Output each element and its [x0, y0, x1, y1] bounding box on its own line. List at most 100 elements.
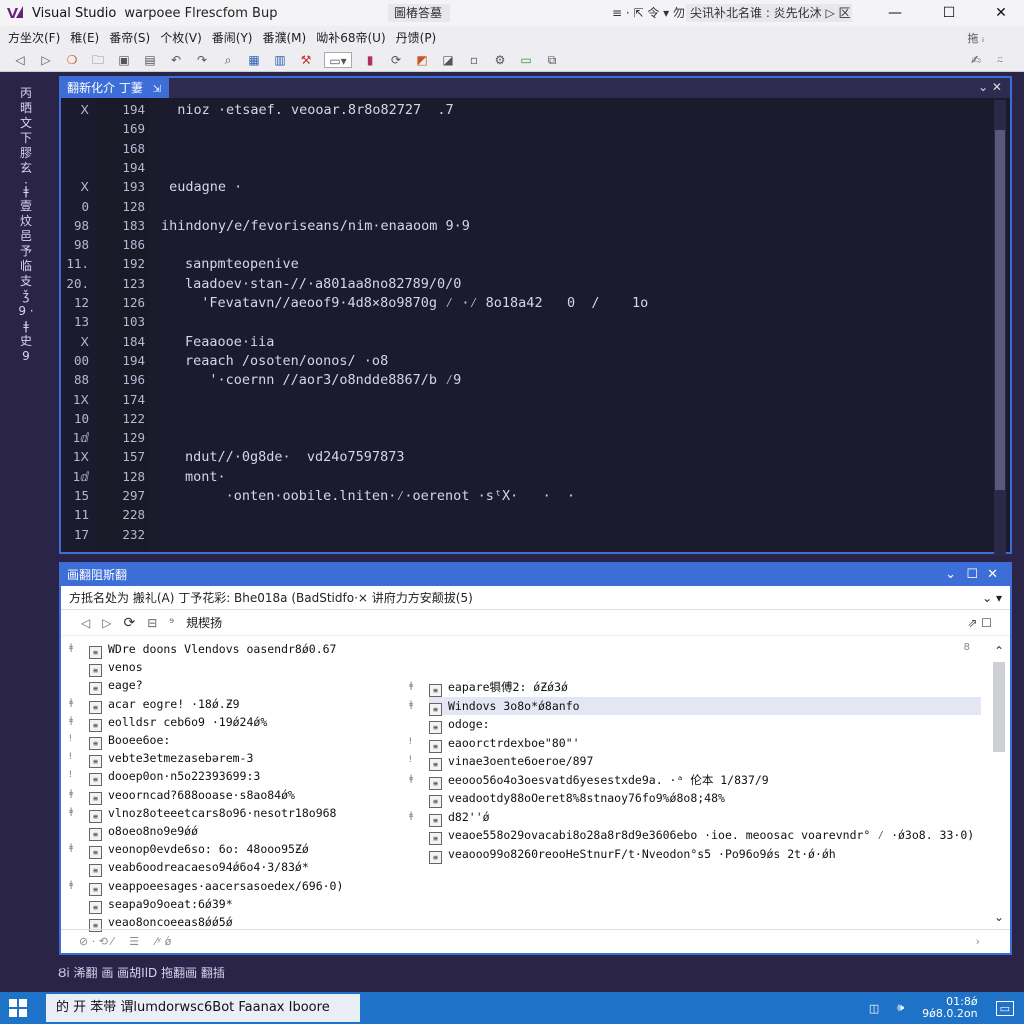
- editor-body[interactable]: Ⅹ Ⅹ 0 98 98 11. 20. 12 13 Ⅹ 00 88 1Ⅹ 10 1ⅆ 1Ⅹ 1ⅆ 15 11 17 1…: [61, 98, 1010, 556]
- tree-item[interactable]: ≡ seapa9o9oeat:6ǿ39*: [89, 895, 233, 914]
- tree-item[interactable]: ≡ o8oeo8no9e9ǿǿ: [89, 822, 198, 841]
- sign-in-icon[interactable]: ✍: [968, 52, 984, 68]
- expander-icon[interactable]: ǂ: [69, 643, 73, 653]
- outline-icon[interactable]: ▫: [466, 52, 482, 68]
- find-icon[interactable]: ⌕: [220, 52, 236, 68]
- expander-icon[interactable]: ǂ: [69, 843, 73, 853]
- editor-scrollbar[interactable]: [994, 100, 1006, 556]
- chevron-up-icon[interactable]: ⌃: [992, 644, 1006, 658]
- output-source-selector[interactable]: 方抵名处为 搬礼(A) 丁予花彩: Bhe018a (BadStidfo·× 讲…: [61, 586, 1010, 610]
- forward-icon[interactable]: ▷: [38, 52, 54, 68]
- save-icon[interactable]: ▣: [116, 52, 132, 68]
- tree-item[interactable]: ≡ venos: [89, 658, 143, 678]
- properties-icon[interactable]: ▥: [272, 52, 288, 68]
- taskbar-app-item[interactable]: 的 开 苯带 谓lumdorwsc6Bot Faanax Iboore: [46, 994, 360, 1022]
- chevron-down-icon[interactable]: ⌄: [992, 910, 1006, 924]
- tab-pin-icon[interactable]: ⇲: [153, 84, 161, 95]
- tree-item[interactable]: ≡ veadootdy88oOeret8%8stnaoy76fo9%ǿ8o8;48…: [429, 789, 725, 808]
- menu-item-help[interactable]: 丹馈(P): [396, 29, 437, 46]
- expander-icon[interactable]: ǃ: [409, 737, 412, 747]
- network-icon[interactable]: ◫: [869, 1002, 879, 1015]
- expander-icon[interactable]: ǂ: [69, 789, 73, 799]
- tree-item[interactable]: ≡ veab6oodreacaeso94ǿ6o4·3/83ǿ*: [89, 858, 309, 878]
- tree-item[interactable]: ≡ d82''ǿ: [429, 808, 490, 827]
- expander-icon[interactable]: ǂ: [409, 774, 413, 784]
- title-search-box[interactable]: 圖樁答墓: [388, 4, 450, 22]
- editor-scroll-thumb[interactable]: [995, 130, 1005, 490]
- expander-icon[interactable]: ǂ: [69, 716, 73, 726]
- forward-nav-icon[interactable]: ▷: [102, 616, 111, 630]
- menu-item-build[interactable]: 番闹(Y): [212, 29, 253, 46]
- attach-icon[interactable]: ▮: [362, 52, 378, 68]
- speaker-icon[interactable]: 🕪: [897, 1001, 904, 1015]
- footer-tools[interactable]: ⁄ʸ ǿ: [155, 935, 171, 948]
- extensions-icon[interactable]: ⧉: [544, 52, 560, 68]
- output-scroll-thumb[interactable]: [993, 662, 1005, 752]
- code-line[interactable]: 'Fevatavn//aeoof9·4d8×8o9870g ⁄ ·⁄ 8o18a…: [185, 295, 648, 312]
- code-line[interactable]: ndut//·0g8de· vd24o7597873: [185, 449, 404, 465]
- expander-icon[interactable]: ǂ: [69, 807, 73, 817]
- tree-item[interactable]: ≡ acar eogre! ·18ǿ.Ƶ9: [89, 695, 240, 714]
- tree-item[interactable]: ≡ veoorncad?688ooase·s8ao84ǿ%: [89, 786, 295, 805]
- undo-icon[interactable]: ↶: [168, 52, 184, 68]
- settings-icon[interactable]: ⚙: [492, 52, 508, 68]
- notifications-icon[interactable]: ▭: [995, 1000, 1014, 1016]
- code-line[interactable]: sanpmteopenive: [185, 256, 299, 272]
- title-account-box[interactable]: 尖讯补北名谁 : 炎先化沐 ▷ 区: [686, 4, 852, 22]
- windows-start-icon[interactable]: [0, 992, 36, 1024]
- tree-item[interactable]: ≡ veaooo99o8260reooHeStnurF/t·Nveodon°s5 …: [429, 845, 836, 864]
- tree-item[interactable]: ≡ odoge:: [429, 715, 490, 734]
- tree-item[interactable]: ≡ veappoeesages·aacersasoedex/696·0): [89, 877, 343, 896]
- tree-item[interactable]: ≡ eage?: [89, 676, 143, 696]
- menu-item-tools[interactable]: 呦补68帝(U): [316, 29, 385, 46]
- editor-window-controls[interactable]: ⌄ ✕: [978, 80, 1002, 94]
- comment-icon[interactable]: ◩: [414, 52, 430, 68]
- layout-icon[interactable]: ▭: [518, 52, 534, 68]
- code-line[interactable]: eudagne ·: [161, 179, 242, 195]
- refresh-icon[interactable]: ⟳: [123, 615, 135, 631]
- tree-item[interactable]: ≡ eapare犋傅2: ǿƵǿ3ǿ: [429, 678, 568, 697]
- menu-item-project[interactable]: 个枚(V): [160, 29, 202, 46]
- tree-item[interactable]: ≡ eaoorctrdexboe"80"': [429, 734, 580, 753]
- tree-item[interactable]: ≡ eolldsr ceb6o9 ·19ǿ24ǿ%: [89, 713, 267, 732]
- redo-icon[interactable]: ↷: [194, 52, 210, 68]
- code-line[interactable]: ·onten·oobile.lniten·⁄·oerenot ·sᵗX· · ·: [185, 488, 575, 505]
- expander-icon[interactable]: ǃ: [409, 755, 412, 765]
- expander-icon[interactable]: ǂ: [409, 681, 413, 691]
- build-icon[interactable]: ⚒: [298, 52, 314, 68]
- output-maximize-button[interactable]: ☐: [966, 564, 978, 586]
- clock[interactable]: 01:8ǿ 9ǿ8.0.2on: [922, 996, 977, 1020]
- maximize-button[interactable]: ☐: [934, 2, 964, 24]
- code-line[interactable]: mont·: [185, 469, 226, 485]
- menu-item-view[interactable]: 番帝(S): [109, 29, 150, 46]
- output-scrollbar[interactable]: ⌃ ⌄: [992, 644, 1006, 924]
- tree-item[interactable]: ≡ veaoe558o29ovacabi8o28a8r8d9e3606ebo ·i…: [429, 826, 974, 845]
- menu-item-debug[interactable]: 番濮(M): [263, 29, 307, 46]
- output-tools-right[interactable]: ⇗ ☐: [967, 616, 992, 630]
- code-line[interactable]: ihindony/e/fevoriseans/nim·enaaoom 9·9: [161, 218, 470, 234]
- output-close-button[interactable]: ✕: [987, 564, 998, 586]
- collapse-icon[interactable]: ⊟: [147, 616, 157, 630]
- minimize-button[interactable]: —: [880, 2, 910, 24]
- solution-explorer-icon[interactable]: ▦: [246, 52, 262, 68]
- tree-item[interactable]: ≡ Windovs 3o8o*ǿ8anfo: [429, 696, 981, 716]
- expander-icon[interactable]: ǂ: [409, 811, 413, 821]
- code-line[interactable]: Feaaooe·iia: [185, 334, 274, 350]
- tree-item[interactable]: ≡ dooep0on·n5o22393699:3: [89, 767, 260, 787]
- chevron-down-icon[interactable]: ⌄ ▾: [982, 586, 1002, 610]
- menu-item-edit[interactable]: 稚(E): [70, 29, 99, 46]
- expander-icon[interactable]: ǂ: [69, 880, 73, 890]
- code-line[interactable]: laadoev·stan-//·a801aa8no82789/0/0: [185, 276, 461, 292]
- tree-item[interactable]: ≡ Booee6oe:: [89, 731, 170, 750]
- editor-tab-active[interactable]: 翻新化介 丁萋 ⇲: [61, 78, 170, 98]
- expander-icon[interactable]: ǃ: [69, 752, 72, 762]
- rail-tab-server-explorer[interactable]: 丙 晒 文 下 膠 玄 ·: [18, 86, 34, 191]
- close-window-button[interactable]: ✕: [986, 2, 1016, 24]
- refresh-icon[interactable]: ⟳: [388, 52, 404, 68]
- footer-list-icon[interactable]: ☰: [129, 935, 139, 948]
- code-line[interactable]: nioz ·etsaef. veooar.8r8o82727 .7: [161, 102, 453, 118]
- tree-item[interactable]: ≡ WDre doons Vlendovs oasendr8ǿ0.67: [89, 640, 336, 659]
- bookmark-icon[interactable]: ◪: [440, 52, 456, 68]
- rail-tab-toolbox[interactable]: ǂ 壹 炆 邑 予 临 支 ǯ 9 · ǂ 史 9: [18, 184, 34, 364]
- tree-item[interactable]: ≡ eeooo56o4o3oesvatd6yesestxde9a. ·ᵃ 伦本 1…: [429, 771, 769, 790]
